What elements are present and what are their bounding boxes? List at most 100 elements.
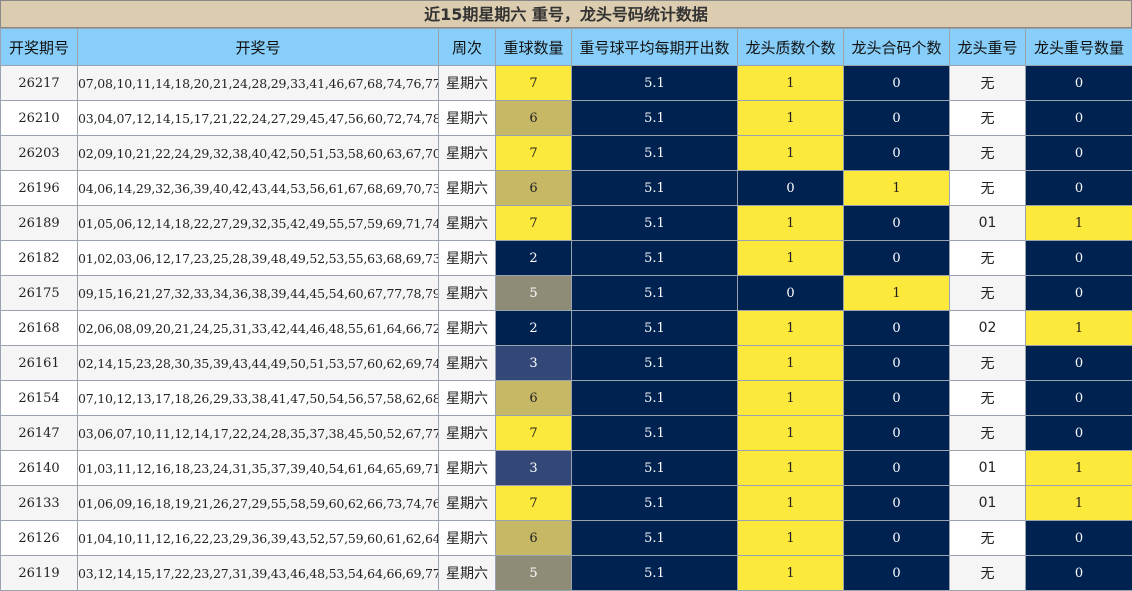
composite-count-cell: 0 [844,556,950,591]
table-row: 2616802,06,08,09,20,21,24,25,31,33,42,44… [1,311,1132,346]
avg-cell: 5.1 [572,486,738,521]
repeat-count-cell: 7 [496,66,572,101]
head-repeat-cell: 无 [950,381,1026,416]
repeat-count-cell: 7 [496,206,572,241]
day-cell: 星期六 [439,136,496,171]
head-repeat-count-cell: 0 [1026,171,1132,206]
head-repeat-count-cell: 0 [1026,556,1132,591]
head-repeat-cell: 无 [950,136,1026,171]
prime-count-cell: 1 [738,381,844,416]
prime-count-cell: 1 [738,101,844,136]
header-repeat: 重球数量 [496,29,572,66]
prime-count-cell: 1 [738,521,844,556]
day-cell: 星期六 [439,381,496,416]
prime-count-cell: 0 [738,171,844,206]
head-repeat-count-cell: 0 [1026,136,1132,171]
numbers-cell: 07,10,12,13,17,18,26,29,33,38,41,47,50,5… [78,381,439,416]
avg-cell: 5.1 [572,276,738,311]
day-cell: 星期六 [439,206,496,241]
numbers-cell: 01,03,11,12,16,18,23,24,31,35,37,39,40,5… [78,451,439,486]
header-day: 周次 [439,29,496,66]
issue-cell: 26126 [1,521,78,556]
head-repeat-cell: 无 [950,556,1026,591]
head-repeat-count-cell: 1 [1026,451,1132,486]
table-row: 2621707,08,10,11,14,18,20,21,24,28,29,33… [1,66,1132,101]
prime-count-cell: 1 [738,136,844,171]
day-cell: 星期六 [439,521,496,556]
head-repeat-cell: 无 [950,241,1026,276]
table-row: 2611903,12,14,15,17,22,23,27,31,39,43,46… [1,556,1132,591]
avg-cell: 5.1 [572,206,738,241]
day-cell: 星期六 [439,556,496,591]
numbers-cell: 01,02,03,06,12,17,23,25,28,39,48,49,52,5… [78,241,439,276]
head-repeat-count-cell: 0 [1026,381,1132,416]
head-repeat-cell: 无 [950,171,1026,206]
repeat-count-cell: 7 [496,136,572,171]
composite-count-cell: 1 [844,276,950,311]
day-cell: 星期六 [439,416,496,451]
head-repeat-count-cell: 0 [1026,66,1132,101]
repeat-count-cell: 7 [496,416,572,451]
numbers-cell: 03,04,07,12,14,15,17,21,22,24,27,29,45,4… [78,101,439,136]
prime-count-cell: 1 [738,556,844,591]
composite-count-cell: 1 [844,171,950,206]
composite-count-cell: 0 [844,486,950,521]
table-row: 2614001,03,11,12,16,18,23,24,31,35,37,39… [1,451,1132,486]
head-repeat-count-cell: 0 [1026,276,1132,311]
day-cell: 星期六 [439,66,496,101]
composite-count-cell: 0 [844,416,950,451]
repeat-count-cell: 5 [496,276,572,311]
numbers-cell: 09,15,16,21,27,32,33,34,36,38,39,44,45,5… [78,276,439,311]
repeat-count-cell: 3 [496,346,572,381]
composite-count-cell: 0 [844,101,950,136]
numbers-cell: 01,04,10,11,12,16,22,23,29,36,39,43,52,5… [78,521,439,556]
issue-cell: 26196 [1,171,78,206]
repeat-count-cell: 6 [496,171,572,206]
avg-cell: 5.1 [572,451,738,486]
head-repeat-cell: 无 [950,66,1026,101]
day-cell: 星期六 [439,241,496,276]
head-repeat-count-cell: 1 [1026,311,1132,346]
avg-cell: 5.1 [572,66,738,101]
day-cell: 星期六 [439,311,496,346]
table-row: 2613301,06,09,16,18,19,21,26,27,29,55,58… [1,486,1132,521]
head-repeat-cell: 01 [950,451,1026,486]
header-numbers: 开奖号 [78,29,439,66]
day-cell: 星期六 [439,451,496,486]
issue-cell: 26189 [1,206,78,241]
head-repeat-count-cell: 0 [1026,101,1132,136]
avg-cell: 5.1 [572,241,738,276]
issue-cell: 26161 [1,346,78,381]
table-row: 2616102,14,15,23,28,30,35,39,43,44,49,50… [1,346,1132,381]
avg-cell: 5.1 [572,416,738,451]
repeat-count-cell: 6 [496,521,572,556]
header-head-repeat-count: 龙头重号数量 [1026,29,1132,66]
composite-count-cell: 0 [844,451,950,486]
numbers-cell: 02,06,08,09,20,21,24,25,31,33,42,44,46,4… [78,311,439,346]
prime-count-cell: 1 [738,486,844,521]
repeat-count-cell: 7 [496,486,572,521]
head-repeat-cell: 01 [950,486,1026,521]
issue-cell: 26203 [1,136,78,171]
stats-table-panel: 近15期星期六 重号，龙头号码统计数据 开奖期号 开奖号 周次 重球数量 重号球… [0,0,1132,590]
issue-cell: 26168 [1,311,78,346]
day-cell: 星期六 [439,276,496,311]
header-avg: 重号球平均每期开出数 [572,29,738,66]
repeat-count-cell: 5 [496,556,572,591]
issue-cell: 26140 [1,451,78,486]
prime-count-cell: 1 [738,206,844,241]
numbers-cell: 01,06,09,16,18,19,21,26,27,29,55,58,59,6… [78,486,439,521]
head-repeat-count-cell: 0 [1026,241,1132,276]
table-row: 2614703,06,07,10,11,12,14,17,22,24,28,35… [1,416,1132,451]
avg-cell: 5.1 [572,136,738,171]
avg-cell: 5.1 [572,556,738,591]
numbers-cell: 03,12,14,15,17,22,23,27,31,39,43,46,48,5… [78,556,439,591]
repeat-count-cell: 2 [496,311,572,346]
numbers-cell: 07,08,10,11,14,18,20,21,24,28,29,33,41,4… [78,66,439,101]
issue-cell: 26182 [1,241,78,276]
avg-cell: 5.1 [572,311,738,346]
head-repeat-cell: 02 [950,311,1026,346]
day-cell: 星期六 [439,486,496,521]
issue-cell: 26154 [1,381,78,416]
header-composite: 龙头合码个数 [844,29,950,66]
